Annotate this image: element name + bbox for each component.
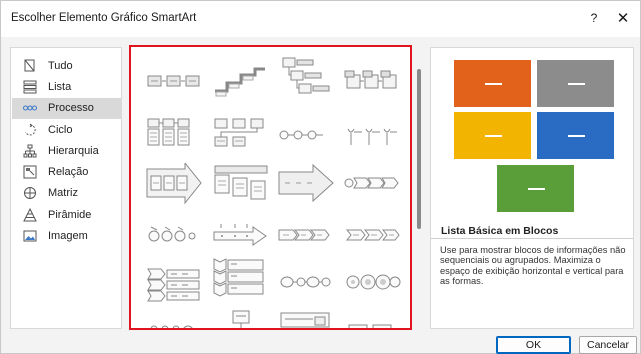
category-label: Ciclo bbox=[48, 124, 73, 136]
preview-block-gray bbox=[537, 60, 614, 107]
all-icon bbox=[24, 59, 35, 72]
category-label: Tudo bbox=[48, 60, 73, 72]
layout-thumbnail-partial-2[interactable] bbox=[211, 305, 269, 328]
layout-thumbnail-step-up-process[interactable] bbox=[211, 61, 269, 103]
preview-block-yellow bbox=[454, 112, 531, 159]
category-label: Matriz bbox=[48, 187, 78, 199]
category-item-relacao[interactable]: Relação bbox=[12, 162, 122, 183]
preview-title: Lista Básica em Blocos bbox=[441, 225, 559, 237]
hierarchy-icon bbox=[23, 144, 37, 158]
category-list: Tudo Lista Processo Ciclo Hierarquia Rel… bbox=[10, 47, 122, 329]
layout-thumbnail-circular-bending-process[interactable] bbox=[277, 261, 335, 303]
layout-thumbnail-partial-1[interactable] bbox=[145, 309, 203, 328]
category-label: Lista bbox=[48, 81, 72, 93]
layout-thumbnail-chevron-process[interactable] bbox=[277, 214, 335, 256]
cancel-button[interactable]: Cancelar bbox=[579, 336, 637, 354]
layout-thumbnail-vertical-arrow-list[interactable] bbox=[211, 214, 269, 256]
layout-thumbnail-segmented-process[interactable] bbox=[145, 261, 203, 303]
category-item-processo[interactable]: Processo bbox=[12, 98, 122, 119]
layout-thumbnail-interconnected-rings[interactable] bbox=[343, 261, 401, 303]
layout-thumbnail-detailed-process[interactable] bbox=[211, 163, 269, 205]
layout-thumbnail-accent-process[interactable] bbox=[277, 55, 335, 97]
list-icon bbox=[23, 80, 37, 94]
layout-thumbnail-closed-chevron-process[interactable] bbox=[343, 214, 401, 256]
cycle-icon bbox=[25, 123, 36, 136]
matrix-icon bbox=[24, 187, 36, 199]
layout-thumbnail-chevron-list[interactable] bbox=[343, 163, 401, 205]
category-label: Processo bbox=[48, 102, 94, 114]
layout-gallery bbox=[129, 45, 412, 330]
ok-button[interactable]: OK bbox=[496, 336, 571, 354]
preview-block-blue bbox=[537, 112, 614, 159]
picture-icon bbox=[23, 230, 37, 242]
close-button[interactable]: ✕ bbox=[614, 9, 632, 27]
category-item-tudo[interactable]: Tudo bbox=[12, 56, 122, 77]
layout-thumbnail-repeating-bending-process[interactable] bbox=[211, 115, 269, 157]
layout-thumbnail-vertical-chevron-list[interactable] bbox=[211, 257, 269, 299]
layout-thumbnail-circle-process[interactable] bbox=[277, 115, 335, 157]
category-item-lista[interactable]: Lista bbox=[12, 77, 122, 98]
process-icon bbox=[23, 105, 37, 111]
category-label: Pirâmide bbox=[48, 209, 92, 221]
layout-thumbnail-process-arrows[interactable] bbox=[145, 163, 203, 205]
preview-description: Use para mostrar blocos de informações n… bbox=[440, 245, 626, 287]
layout-thumbnail-basic-process[interactable] bbox=[145, 61, 203, 103]
dialog-title: Escolher Elemento Gráfico SmartArt bbox=[11, 12, 197, 24]
preview-block-orange bbox=[454, 60, 531, 107]
gallery-scrollbar[interactable] bbox=[414, 47, 424, 329]
help-button[interactable]: ? bbox=[587, 11, 601, 27]
category-item-piramide[interactable]: Pirâmide bbox=[12, 205, 122, 226]
scrollbar-thumb[interactable] bbox=[417, 69, 421, 229]
category-label: Relação bbox=[48, 166, 89, 178]
layout-thumbnail-partial-4[interactable] bbox=[343, 305, 401, 328]
layout-thumbnail-circle-arrow-process[interactable] bbox=[145, 214, 203, 256]
category-item-matriz[interactable]: Matriz bbox=[12, 183, 122, 204]
category-label: Hierarquia bbox=[48, 145, 99, 157]
layout-thumbnail-upward-arrow[interactable] bbox=[277, 163, 335, 205]
category-item-ciclo[interactable]: Ciclo bbox=[12, 120, 122, 141]
pyramid-icon bbox=[23, 208, 37, 222]
layout-thumbnail-alternating-flow[interactable] bbox=[343, 61, 401, 103]
relationship-icon bbox=[23, 165, 37, 179]
preview-block-green bbox=[497, 165, 574, 212]
preview-pane: Lista Básica em Blocos Use para mostrar … bbox=[430, 47, 634, 329]
category-label: Imagem bbox=[48, 230, 88, 242]
category-item-hierarquia[interactable]: Hierarquia bbox=[12, 141, 122, 162]
title-bar: Escolher Elemento Gráfico SmartArt ? ✕ bbox=[1, 1, 640, 37]
preview-description-box: Use para mostrar blocos de informações n… bbox=[431, 238, 633, 328]
category-item-imagem[interactable]: Imagem bbox=[12, 226, 122, 247]
layout-thumbnail-partial-3[interactable] bbox=[277, 305, 335, 328]
layout-thumbnail-hanging-process[interactable] bbox=[343, 115, 401, 157]
smartart-dialog: Escolher Elemento Gráfico SmartArt ? ✕ T… bbox=[0, 0, 641, 354]
layout-thumbnail-continuous-block-process[interactable] bbox=[145, 115, 203, 157]
